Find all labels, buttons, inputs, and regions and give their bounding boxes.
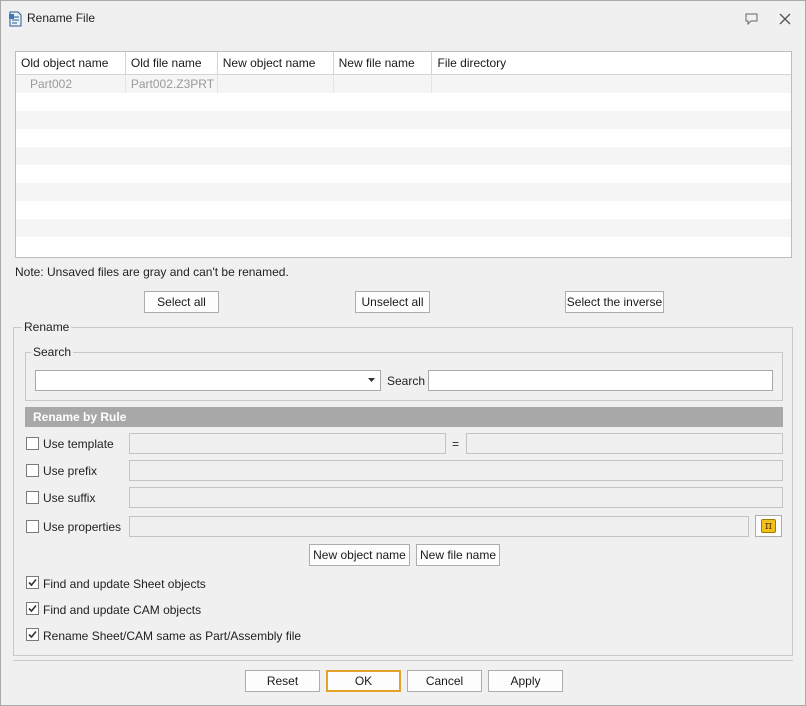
title-bar: Rename File [1,1,805,37]
new-object-name-button[interactable]: New object name [309,544,410,566]
ok-button[interactable]: OK [326,670,401,692]
suffix-input[interactable] [129,487,783,508]
rename-file-icon [9,11,22,27]
cancel-button[interactable]: Cancel [407,670,482,692]
find-sheet-checkbox[interactable] [26,576,39,589]
select-inverse-button[interactable]: Select the inverse [565,291,664,313]
search-group-label: Search [31,345,74,359]
empty-row [16,183,791,201]
reset-button[interactable]: Reset [245,670,320,692]
properties-input[interactable] [129,516,749,537]
empty-row [16,93,791,111]
empty-row [16,129,791,147]
template-left-input[interactable] [129,433,446,454]
rename-same-label: Rename Sheet/CAM same as Part/Assembly f… [43,629,302,643]
template-right-input[interactable] [466,433,783,454]
find-cam-label: Find and update CAM objects [43,603,202,617]
column-header-old-file-name[interactable]: Old file name [126,52,218,75]
select-all-button[interactable]: Select all [144,291,219,313]
empty-row [16,219,791,237]
chevron-down-icon [368,378,375,382]
use-properties-checkbox[interactable] [26,520,39,533]
rename-file-dialog: Rename File Old object name Old file nam… [0,0,806,706]
empty-row [16,237,791,255]
use-template-checkbox[interactable] [26,437,39,450]
check-icon [28,604,37,613]
empty-row [16,201,791,219]
column-header-new-file-name[interactable]: New file name [334,52,433,75]
table-body: Part002 Part002.Z3PRT [16,75,791,255]
unsaved-note: Note: Unsaved files are gray and can't b… [15,265,289,279]
column-header-old-object-name[interactable]: Old object name [16,52,126,75]
new-file-name-button[interactable]: New file name [416,544,500,566]
cell-old-file-name: Part002.Z3PRT [126,75,218,93]
column-header-file-directory[interactable]: File directory [432,52,791,75]
dialog-title: Rename File [27,11,96,25]
cell-new-object-name[interactable] [218,75,334,93]
empty-row [16,147,791,165]
close-icon[interactable] [779,13,791,25]
search-field-combo[interactable] [35,370,381,391]
cell-old-object-name: Part002 [16,75,126,93]
rename-group-label: Rename [22,320,72,334]
table-row[interactable]: Part002 Part002.Z3PRT [16,75,791,93]
use-properties-label: Use properties [43,520,122,534]
check-icon [28,630,37,639]
cell-new-file-name[interactable] [334,75,433,93]
footer-divider [13,660,793,661]
insert-property-button[interactable]: π [755,515,782,537]
rename-same-checkbox[interactable] [26,628,39,641]
equals-sign: = [452,437,460,451]
empty-row [16,111,791,129]
use-suffix-label: Use suffix [43,491,96,505]
apply-button[interactable]: Apply [488,670,563,692]
use-prefix-label: Use prefix [43,464,98,478]
find-sheet-label: Find and update Sheet objects [43,577,206,591]
pi-icon: π [761,519,776,533]
search-label: Search [387,374,426,388]
column-header-new-object-name[interactable]: New object name [218,52,334,75]
check-icon [28,578,37,587]
use-suffix-checkbox[interactable] [26,491,39,504]
search-input[interactable] [428,370,773,391]
prefix-input[interactable] [129,460,783,481]
find-cam-checkbox[interactable] [26,602,39,615]
table-header: Old object name Old file name New object… [16,52,791,75]
use-template-label: Use template [43,437,114,451]
files-table: Old object name Old file name New object… [15,51,792,258]
unselect-all-button[interactable]: Unselect all [355,291,430,313]
feedback-icon[interactable] [745,13,758,25]
rename-by-rule-header: Rename by Rule [25,407,783,427]
use-prefix-checkbox[interactable] [26,464,39,477]
cell-file-directory [432,75,791,93]
empty-row [16,165,791,183]
